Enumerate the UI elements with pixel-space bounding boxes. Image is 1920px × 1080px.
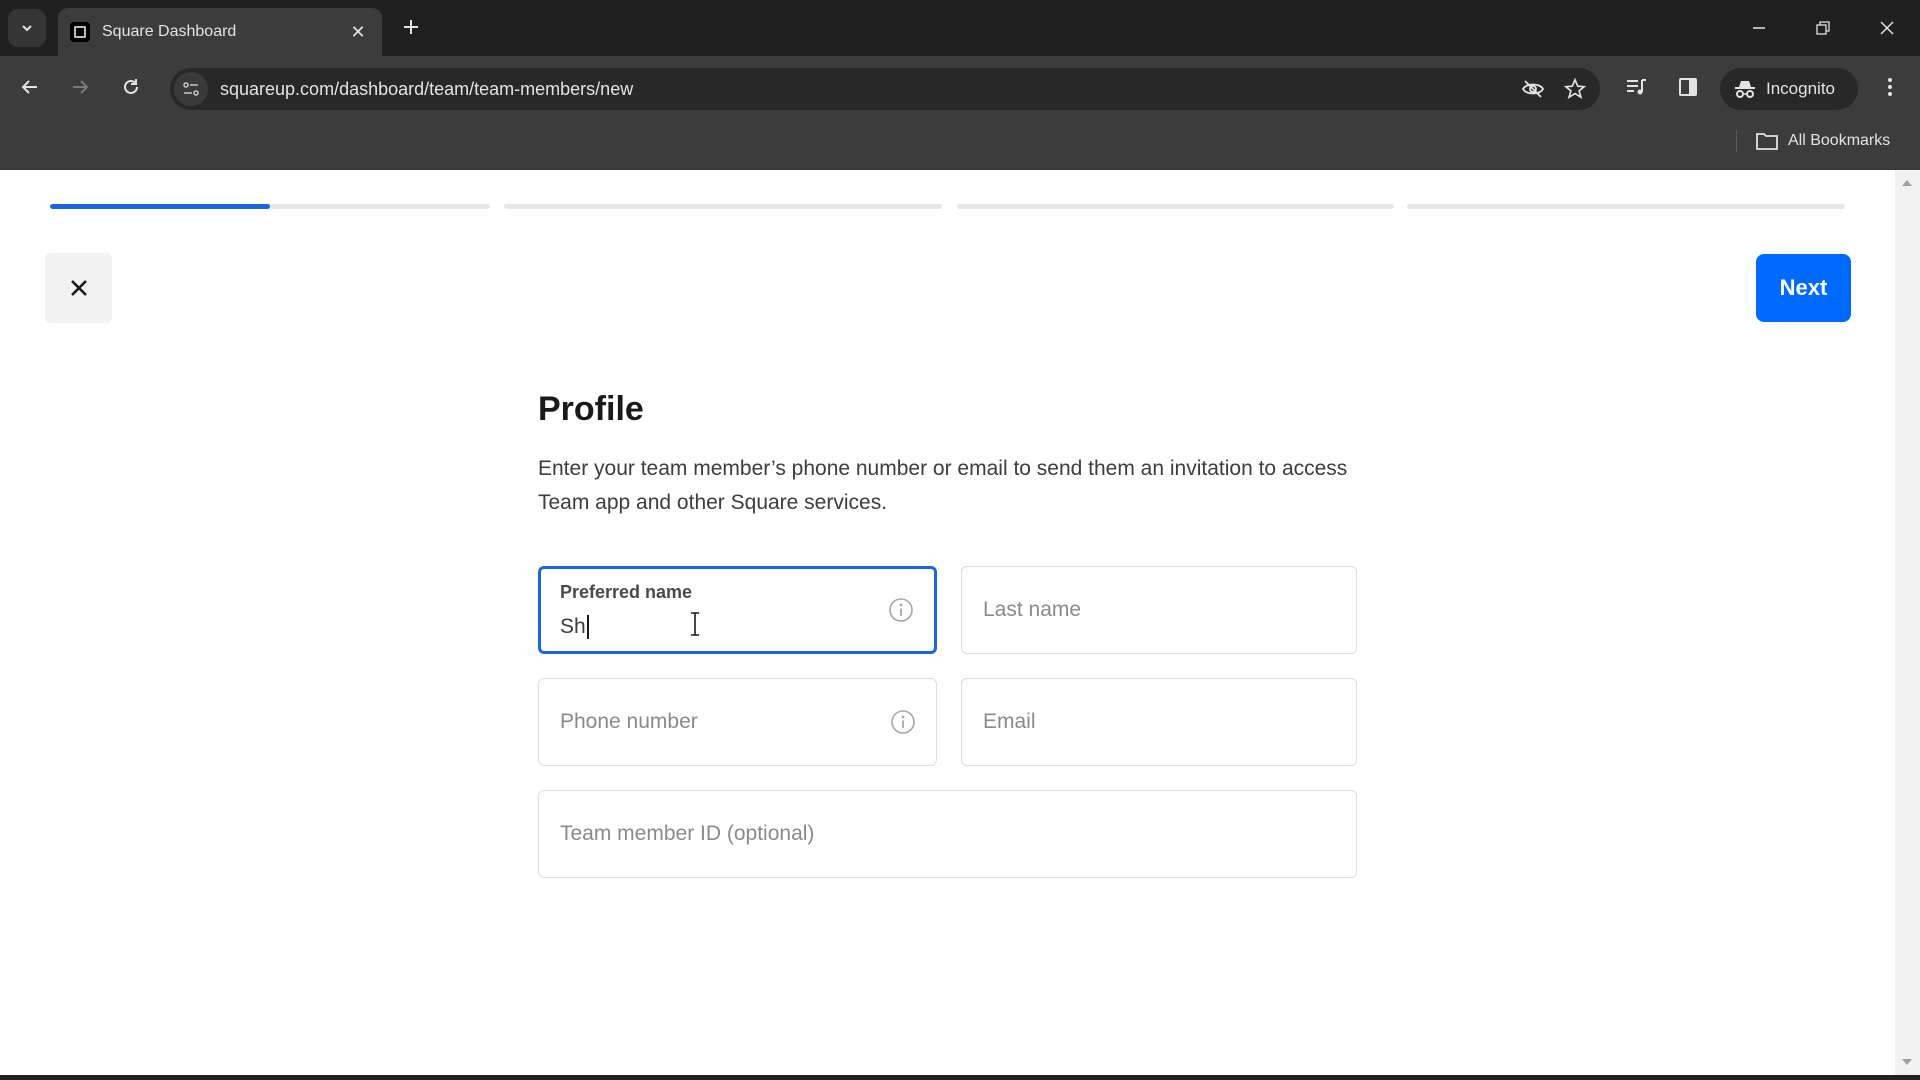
- reload-button[interactable]: [114, 70, 148, 104]
- incognito-profile-button[interactable]: Incognito: [1720, 68, 1858, 110]
- forward-button[interactable]: [63, 70, 97, 104]
- minimize-icon: [1753, 27, 1765, 29]
- chevron-down-icon: [22, 25, 32, 32]
- page-title: Profile: [538, 390, 644, 428]
- all-bookmarks-button[interactable]: All Bookmarks: [1756, 126, 1890, 156]
- tab-close-icon[interactable]: ✕: [348, 22, 368, 43]
- address-bar[interactable]: squareup.com/dashboard/team/team-members…: [170, 68, 1600, 110]
- team-member-id-field[interactable]: Team member ID (optional): [538, 790, 1357, 878]
- wizard-step-3-progress: [957, 204, 1394, 209]
- kebab-menu-icon: [1888, 78, 1892, 96]
- back-button[interactable]: [13, 70, 47, 104]
- restore-button[interactable]: [1800, 10, 1846, 46]
- all-bookmarks-label: All Bookmarks: [1788, 132, 1891, 149]
- media-controls-button[interactable]: [1620, 70, 1654, 104]
- browser-tab-bar: Square Dashboard ✕: [0, 0, 1920, 56]
- scroll-down-arrow-icon[interactable]: [1902, 1059, 1912, 1065]
- next-button[interactable]: Next: [1756, 254, 1851, 322]
- arrow-right-icon: [73, 80, 89, 94]
- folder-icon: [1756, 133, 1778, 150]
- team-member-id-placeholder: Team member ID (optional): [560, 822, 815, 845]
- incognito-label: Incognito: [1766, 79, 1835, 98]
- last-name-field[interactable]: Last name: [961, 566, 1357, 654]
- minimize-button[interactable]: [1736, 10, 1782, 46]
- tracking-protection-button[interactable]: [1516, 72, 1550, 106]
- bookmark-star-button[interactable]: [1558, 72, 1592, 106]
- site-info-button[interactable]: [174, 72, 208, 106]
- browser-toolbar: squareup.com/dashboard/team/team-members…: [0, 56, 1920, 170]
- wizard-step-1-progress-fill: [50, 204, 270, 209]
- last-name-placeholder: Last name: [983, 598, 1082, 621]
- wizard-step-1-progress: [50, 204, 490, 209]
- wizard-step-4-progress: [1407, 204, 1845, 209]
- preferred-name-value[interactable]: Sh: [560, 615, 589, 640]
- close-icon: [70, 280, 87, 296]
- page-scrollbar[interactable]: [1895, 170, 1920, 1075]
- square-favicon-icon: [70, 22, 90, 42]
- preferred-name-field[interactable]: Preferred name Sh: [538, 566, 937, 654]
- scroll-up-arrow-icon[interactable]: [1902, 180, 1912, 186]
- arrow-left-icon: [21, 80, 37, 94]
- plus-icon: [404, 20, 418, 34]
- text-cursor-icon: [691, 612, 699, 636]
- phone-number-placeholder: Phone number: [560, 710, 698, 733]
- wizard-step-2-progress: [504, 204, 942, 209]
- incognito-icon: [1735, 81, 1755, 98]
- window-close-button[interactable]: [1864, 10, 1910, 46]
- reload-icon: [124, 79, 138, 94]
- url-text[interactable]: squareup.com/dashboard/team/team-members…: [220, 79, 1516, 100]
- restore-icon: [1816, 21, 1830, 35]
- side-panel-button[interactable]: [1671, 70, 1705, 104]
- eye-off-icon: [1521, 80, 1545, 98]
- phone-number-field[interactable]: Phone number: [538, 678, 937, 766]
- text-caret: [586, 615, 589, 640]
- email-field[interactable]: Email: [961, 678, 1357, 766]
- close-icon: [1880, 21, 1894, 35]
- media-queue-icon: [1627, 79, 1646, 95]
- star-icon: [1564, 78, 1586, 100]
- tab-title: Square Dashboard: [102, 23, 237, 40]
- side-panel-icon: [1679, 78, 1697, 96]
- close-wizard-button[interactable]: [45, 253, 112, 323]
- new-tab-button[interactable]: [396, 12, 426, 42]
- browser-tab[interactable]: Square Dashboard ✕: [58, 8, 382, 56]
- add-team-member-page: Next Profile Enter your team member’s ph…: [0, 170, 1895, 1075]
- info-icon[interactable]: [890, 709, 916, 735]
- preferred-name-label: Preferred name: [560, 582, 693, 602]
- tab-search-button[interactable]: [8, 9, 46, 47]
- email-placeholder: Email: [983, 710, 1036, 733]
- bookmarks-separator: [1736, 130, 1737, 152]
- bottom-edge: [0, 1075, 1920, 1080]
- info-icon[interactable]: [888, 597, 914, 623]
- profile-description: Enter your team member’s phone number or…: [538, 457, 1348, 514]
- tune-icon: [183, 82, 199, 96]
- browser-menu-button[interactable]: [1873, 70, 1907, 104]
